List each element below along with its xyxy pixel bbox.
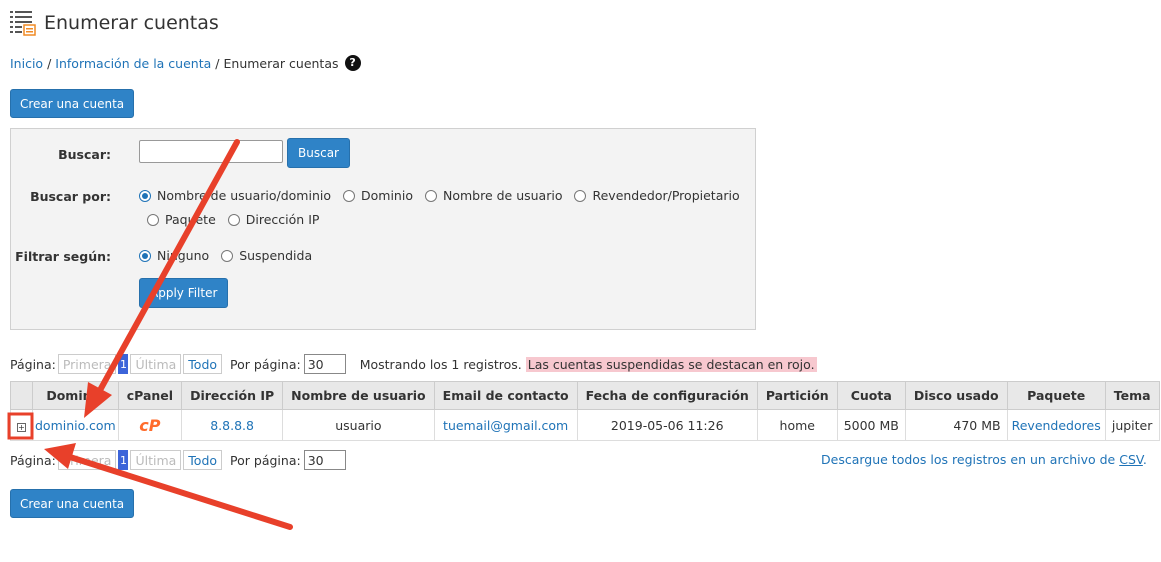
- pager-all[interactable]: Todo: [183, 354, 223, 374]
- csv-download-text: Descargue todos los registros en un arch…: [821, 452, 1116, 467]
- expand-cell: +: [10, 409, 33, 441]
- table-header-row: Dominio cPanel Dirección IP Nombre de us…: [10, 381, 1160, 410]
- radio-selected-icon: [139, 189, 151, 202]
- partition-cell: home: [756, 409, 838, 441]
- pagination-bottom: Página: Primera 1 Última Todo Por página…: [10, 450, 346, 470]
- search-input[interactable]: [139, 140, 283, 163]
- header-theme[interactable]: Tema: [1104, 381, 1160, 410]
- per-page-input[interactable]: 30: [303, 450, 346, 470]
- help-icon[interactable]: ?: [344, 55, 361, 71]
- breadcrumb-separator: /: [47, 55, 52, 71]
- setup-date-cell: 2019-05-06 11:26: [576, 409, 758, 441]
- csv-period: .: [1142, 452, 1147, 467]
- csv-download-link[interactable]: CSV: [1119, 452, 1143, 467]
- per-page-label: Por página:: [230, 356, 301, 372]
- radio-filter-none[interactable]: Ninguno: [139, 248, 209, 263]
- accounts-table: Dominio cPanel Dirección IP Nombre de us…: [10, 381, 1160, 441]
- radio-search-username[interactable]: Nombre de usuario: [424, 188, 562, 203]
- cpanel-logo-icon[interactable]: cP: [139, 416, 160, 435]
- radio-empty-icon: [343, 189, 355, 202]
- create-account-button-top[interactable]: Crear una cuenta: [10, 89, 135, 118]
- per-page-input[interactable]: 30: [303, 354, 346, 374]
- header-cpanel: cPanel: [117, 381, 183, 410]
- pager-current-page: 1: [118, 354, 129, 374]
- breadcrumb-separator: /: [215, 55, 220, 71]
- create-account-button-bottom[interactable]: Crear una cuenta: [10, 489, 135, 518]
- radio-search-user-domain[interactable]: Nombre de usuario/dominio: [139, 188, 331, 203]
- page-title: Enumerar cuentas: [44, 12, 219, 34]
- records-count: Mostrando los 1 registros.: [359, 356, 522, 372]
- header-username[interactable]: Nombre de usuario: [282, 381, 435, 410]
- header-partition[interactable]: Partición: [756, 381, 838, 410]
- radio-search-package[interactable]: Paquete: [147, 212, 216, 227]
- filter-options: Ninguno Suspendida: [139, 248, 324, 263]
- csv-download: Descargue todos los registros en un arch…: [821, 452, 1147, 467]
- pager-all[interactable]: Todo: [183, 450, 223, 470]
- per-page-label: Por página:: [230, 452, 301, 468]
- theme-cell: jupiter: [1104, 409, 1160, 441]
- header-ip[interactable]: Dirección IP: [181, 381, 284, 410]
- radio-search-domain[interactable]: Dominio: [343, 188, 413, 203]
- pager-last[interactable]: Última: [130, 354, 182, 374]
- filter-label: Filtrar según:: [15, 249, 111, 264]
- breadcrumb-account-info-link[interactable]: Información de la cuenta: [55, 56, 211, 71]
- breadcrumb-current: Enumerar cuentas: [223, 55, 339, 71]
- suspended-note: Las cuentas suspendidas se destacan en r…: [525, 356, 817, 372]
- pagination-top: Página: Primera 1 Última Todo Por página…: [10, 354, 817, 374]
- header-package[interactable]: Paquete: [1006, 381, 1106, 410]
- search-label: Buscar:: [58, 147, 111, 162]
- radio-empty-icon: [574, 189, 587, 202]
- header-domain[interactable]: Dominio: [32, 381, 119, 410]
- table-row: + dominio.com cP 8.8.8.8 usuario tuemail…: [10, 409, 1160, 441]
- username-cell: usuario: [282, 409, 435, 441]
- radio-search-ip[interactable]: Dirección IP: [227, 212, 319, 227]
- pager-last[interactable]: Última: [130, 450, 182, 470]
- radio-selected-icon: [139, 249, 151, 262]
- header-expand: [10, 381, 33, 410]
- quota-cell: 5000 MB: [836, 409, 906, 441]
- header-disk-used[interactable]: Disco usado: [904, 381, 1008, 410]
- radio-filter-suspended[interactable]: Suspendida: [221, 248, 312, 263]
- search-by-options-row1: Nombre de usuario/dominio Dominio Nombre…: [139, 188, 752, 203]
- breadcrumb-home-link[interactable]: Inicio: [10, 56, 43, 71]
- header-setup-date[interactable]: Fecha de configuración: [576, 381, 758, 410]
- apply-filter-button[interactable]: Apply Filter: [139, 278, 229, 308]
- search-by-options-row2: Paquete Dirección IP: [147, 212, 331, 227]
- header-email[interactable]: Email de contacto: [433, 381, 578, 410]
- pager-first[interactable]: Primera: [57, 354, 117, 374]
- search-by-label: Buscar por:: [30, 189, 111, 204]
- ip-link[interactable]: 8.8.8.8: [210, 418, 254, 433]
- expand-row-icon[interactable]: +: [17, 422, 26, 432]
- radio-search-reseller[interactable]: Revendedor/Propietario: [574, 188, 740, 203]
- disk-used-cell: 470 MB: [904, 409, 1008, 441]
- domain-link[interactable]: dominio.com: [35, 418, 116, 433]
- radio-empty-icon: [227, 213, 240, 226]
- search-panel: Buscar: Buscar Buscar por: Nombre de usu…: [10, 128, 756, 330]
- email-link[interactable]: tuemail@gmail.com: [443, 418, 568, 433]
- radio-empty-icon: [147, 213, 159, 226]
- list-accounts-icon: [10, 11, 36, 36]
- radio-empty-icon: [221, 249, 234, 262]
- breadcrumb: Inicio / Información de la cuenta / Enum…: [10, 55, 361, 71]
- header-quota[interactable]: Cuota: [836, 381, 906, 410]
- pager-label: Página:: [10, 356, 56, 372]
- pager-label: Página:: [10, 452, 56, 468]
- pager-first[interactable]: Primera: [57, 450, 117, 470]
- radio-empty-icon: [424, 189, 437, 202]
- pager-current-page: 1: [118, 450, 129, 470]
- search-button[interactable]: Buscar: [287, 138, 350, 168]
- package-link[interactable]: Revendedores: [1012, 418, 1101, 433]
- page-header: Enumerar cuentas: [10, 6, 219, 40]
